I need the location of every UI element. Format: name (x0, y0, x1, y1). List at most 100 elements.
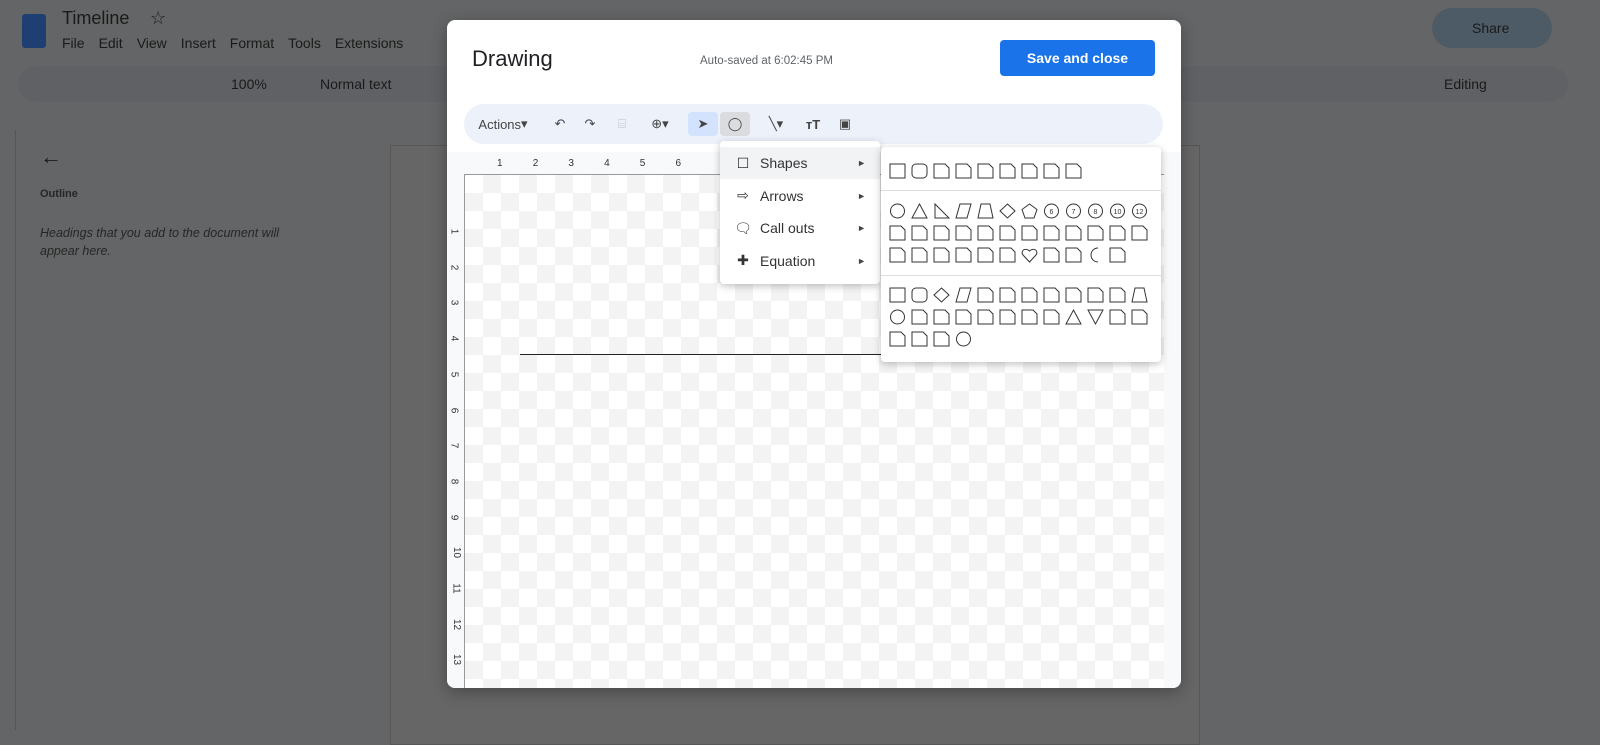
shape-arc-icon[interactable] (909, 223, 931, 243)
shape-lightning-icon[interactable] (1041, 245, 1063, 265)
shape-lshape-icon[interactable] (1019, 223, 1041, 243)
shape-circle-icon[interactable] (953, 329, 975, 349)
shape-n12-icon[interactable]: 12 (1129, 201, 1151, 221)
shape-donut-icon[interactable] (909, 245, 931, 265)
shape-trapezoid-icon[interactable] (975, 201, 997, 221)
menu-view[interactable]: View (137, 35, 167, 51)
shape-terminator-icon[interactable] (1063, 285, 1085, 305)
shape-n10-icon[interactable]: 10 (1107, 201, 1129, 221)
text-box-icon[interactable]: ᴛT (800, 112, 826, 136)
shape-invtriangle-icon[interactable] (1085, 307, 1107, 327)
shape-diag-icon[interactable] (1063, 161, 1085, 181)
shape-circle-icon[interactable] (887, 201, 909, 221)
shape-smiley-icon[interactable] (997, 245, 1019, 265)
shape-chord-icon[interactable] (953, 223, 975, 243)
select-icon[interactable]: ➤ (688, 112, 718, 136)
shape-offpage-icon[interactable] (909, 307, 931, 327)
shape-plaque-icon[interactable] (1085, 223, 1107, 243)
back-arrow-icon[interactable]: ← (40, 144, 62, 170)
shape-parallelogram-icon[interactable] (953, 201, 975, 221)
shape-rect-icon[interactable] (887, 285, 909, 305)
menu-file[interactable]: File (62, 35, 85, 51)
style-select[interactable]: Normal text (320, 76, 392, 92)
shape-sun-icon[interactable] (1063, 245, 1085, 265)
actions-menu[interactable]: Actions ▾ (472, 112, 534, 136)
shape-round-icon[interactable] (909, 161, 931, 181)
shape-or-icon[interactable] (997, 307, 1019, 327)
menu-item-equation[interactable]: ✚ Equation ► (720, 245, 880, 277)
shape-pie-icon[interactable] (887, 223, 909, 243)
shape-diamond-icon[interactable] (997, 201, 1019, 221)
shape-heart-icon[interactable] (1019, 245, 1041, 265)
shape-delay-icon[interactable] (1129, 307, 1151, 327)
shape-moon-icon[interactable] (1085, 245, 1107, 265)
shape-trapezoid-icon[interactable] (1129, 285, 1151, 305)
shape-round2-icon[interactable] (997, 161, 1019, 181)
menu-format[interactable]: Format (230, 35, 274, 51)
shape-can-icon[interactable] (1107, 223, 1129, 243)
shape-seqaccess-icon[interactable] (887, 329, 909, 349)
shape-blockarc-icon[interactable] (953, 245, 975, 265)
shape-snip2-icon[interactable] (953, 161, 975, 181)
shape-rect-icon[interactable] (887, 161, 909, 181)
zoom-select[interactable]: 100% (231, 76, 267, 92)
shape-diagstripe-icon[interactable] (1041, 223, 1063, 243)
shape-display-icon[interactable] (931, 329, 953, 349)
save-and-close-button[interactable]: Save and close (1000, 40, 1155, 76)
shape-can-icon[interactable] (909, 329, 931, 349)
shape-triangle-icon[interactable] (909, 201, 931, 221)
shape-round4-icon[interactable] (1041, 161, 1063, 181)
shape-circle-icon[interactable] (887, 307, 909, 327)
shape-sort-icon[interactable] (1041, 307, 1063, 327)
shape-round3-icon[interactable] (1019, 161, 1041, 181)
shape-manual-icon[interactable] (1107, 285, 1129, 305)
undo-icon[interactable]: ↶ (548, 112, 572, 136)
shape-plus-icon[interactable] (1063, 223, 1085, 243)
shape-n8-icon[interactable]: 8 (1085, 201, 1107, 221)
shape-round-icon[interactable] (909, 285, 931, 305)
drawn-line[interactable] (520, 354, 920, 355)
menu-item-call-outs[interactable]: 🗨 Call outs ► (720, 212, 880, 244)
shape-card-icon[interactable] (931, 307, 953, 327)
shape-teardrop-icon[interactable] (931, 223, 953, 243)
share-button[interactable]: Share (1432, 8, 1552, 48)
shape-snip-icon[interactable] (931, 161, 953, 181)
menu-extensions[interactable]: Extensions (335, 35, 403, 51)
line-icon[interactable]: ╲▾ (756, 112, 796, 136)
image-icon[interactable]: ▣ (832, 112, 858, 136)
shape-storage-icon[interactable] (997, 285, 1019, 305)
menu-item-shapes[interactable]: ☐ Shapes ► (720, 147, 880, 179)
shape-nosymbol-icon[interactable] (931, 245, 953, 265)
shape-sumjunction-icon[interactable] (975, 307, 997, 327)
menu-item-arrows[interactable]: ⇨ Arrows ► (720, 180, 880, 212)
paint-format-icon[interactable]: ⌸ (610, 112, 634, 136)
zoom-icon[interactable]: ⊕▾ (642, 112, 678, 136)
redo-icon[interactable]: ↷ (578, 112, 602, 136)
shape-storedData-icon[interactable] (1107, 307, 1129, 327)
shape-parallelogram-icon[interactable] (953, 285, 975, 305)
shape-pentagon-icon[interactable] (1019, 201, 1041, 221)
shape-foldcorner-icon[interactable] (975, 245, 997, 265)
shape-frame-icon[interactable] (975, 223, 997, 243)
shape-cloud-icon[interactable] (1107, 245, 1129, 265)
shape-process-icon[interactable] (975, 285, 997, 305)
document-title[interactable]: Timeline (62, 8, 129, 29)
shape-n7-icon[interactable]: 7 (1063, 201, 1085, 221)
shape-halfframe-icon[interactable] (997, 223, 1019, 243)
star-icon[interactable]: ☆ (150, 8, 166, 29)
shape-tape-icon[interactable] (953, 307, 975, 327)
shape-cube-icon[interactable] (1129, 223, 1151, 243)
menu-insert[interactable]: Insert (181, 35, 216, 51)
shape-diamond-icon[interactable] (931, 285, 953, 305)
shape-n6-icon[interactable]: 6 (1041, 201, 1063, 221)
menu-tools[interactable]: Tools (288, 35, 321, 51)
menu-edit[interactable]: Edit (99, 35, 123, 51)
shape-icon[interactable]: ◯ (720, 112, 750, 136)
shape-collate-icon[interactable] (1019, 307, 1041, 327)
shape-snip3-icon[interactable] (975, 161, 997, 181)
docs-logo[interactable] (22, 14, 46, 48)
shape-rtriangle-icon[interactable] (931, 201, 953, 221)
shape-triangle-icon[interactable] (1063, 307, 1085, 327)
mode-select[interactable]: Editing (1444, 76, 1487, 92)
shape-prep-icon[interactable] (1085, 285, 1107, 305)
